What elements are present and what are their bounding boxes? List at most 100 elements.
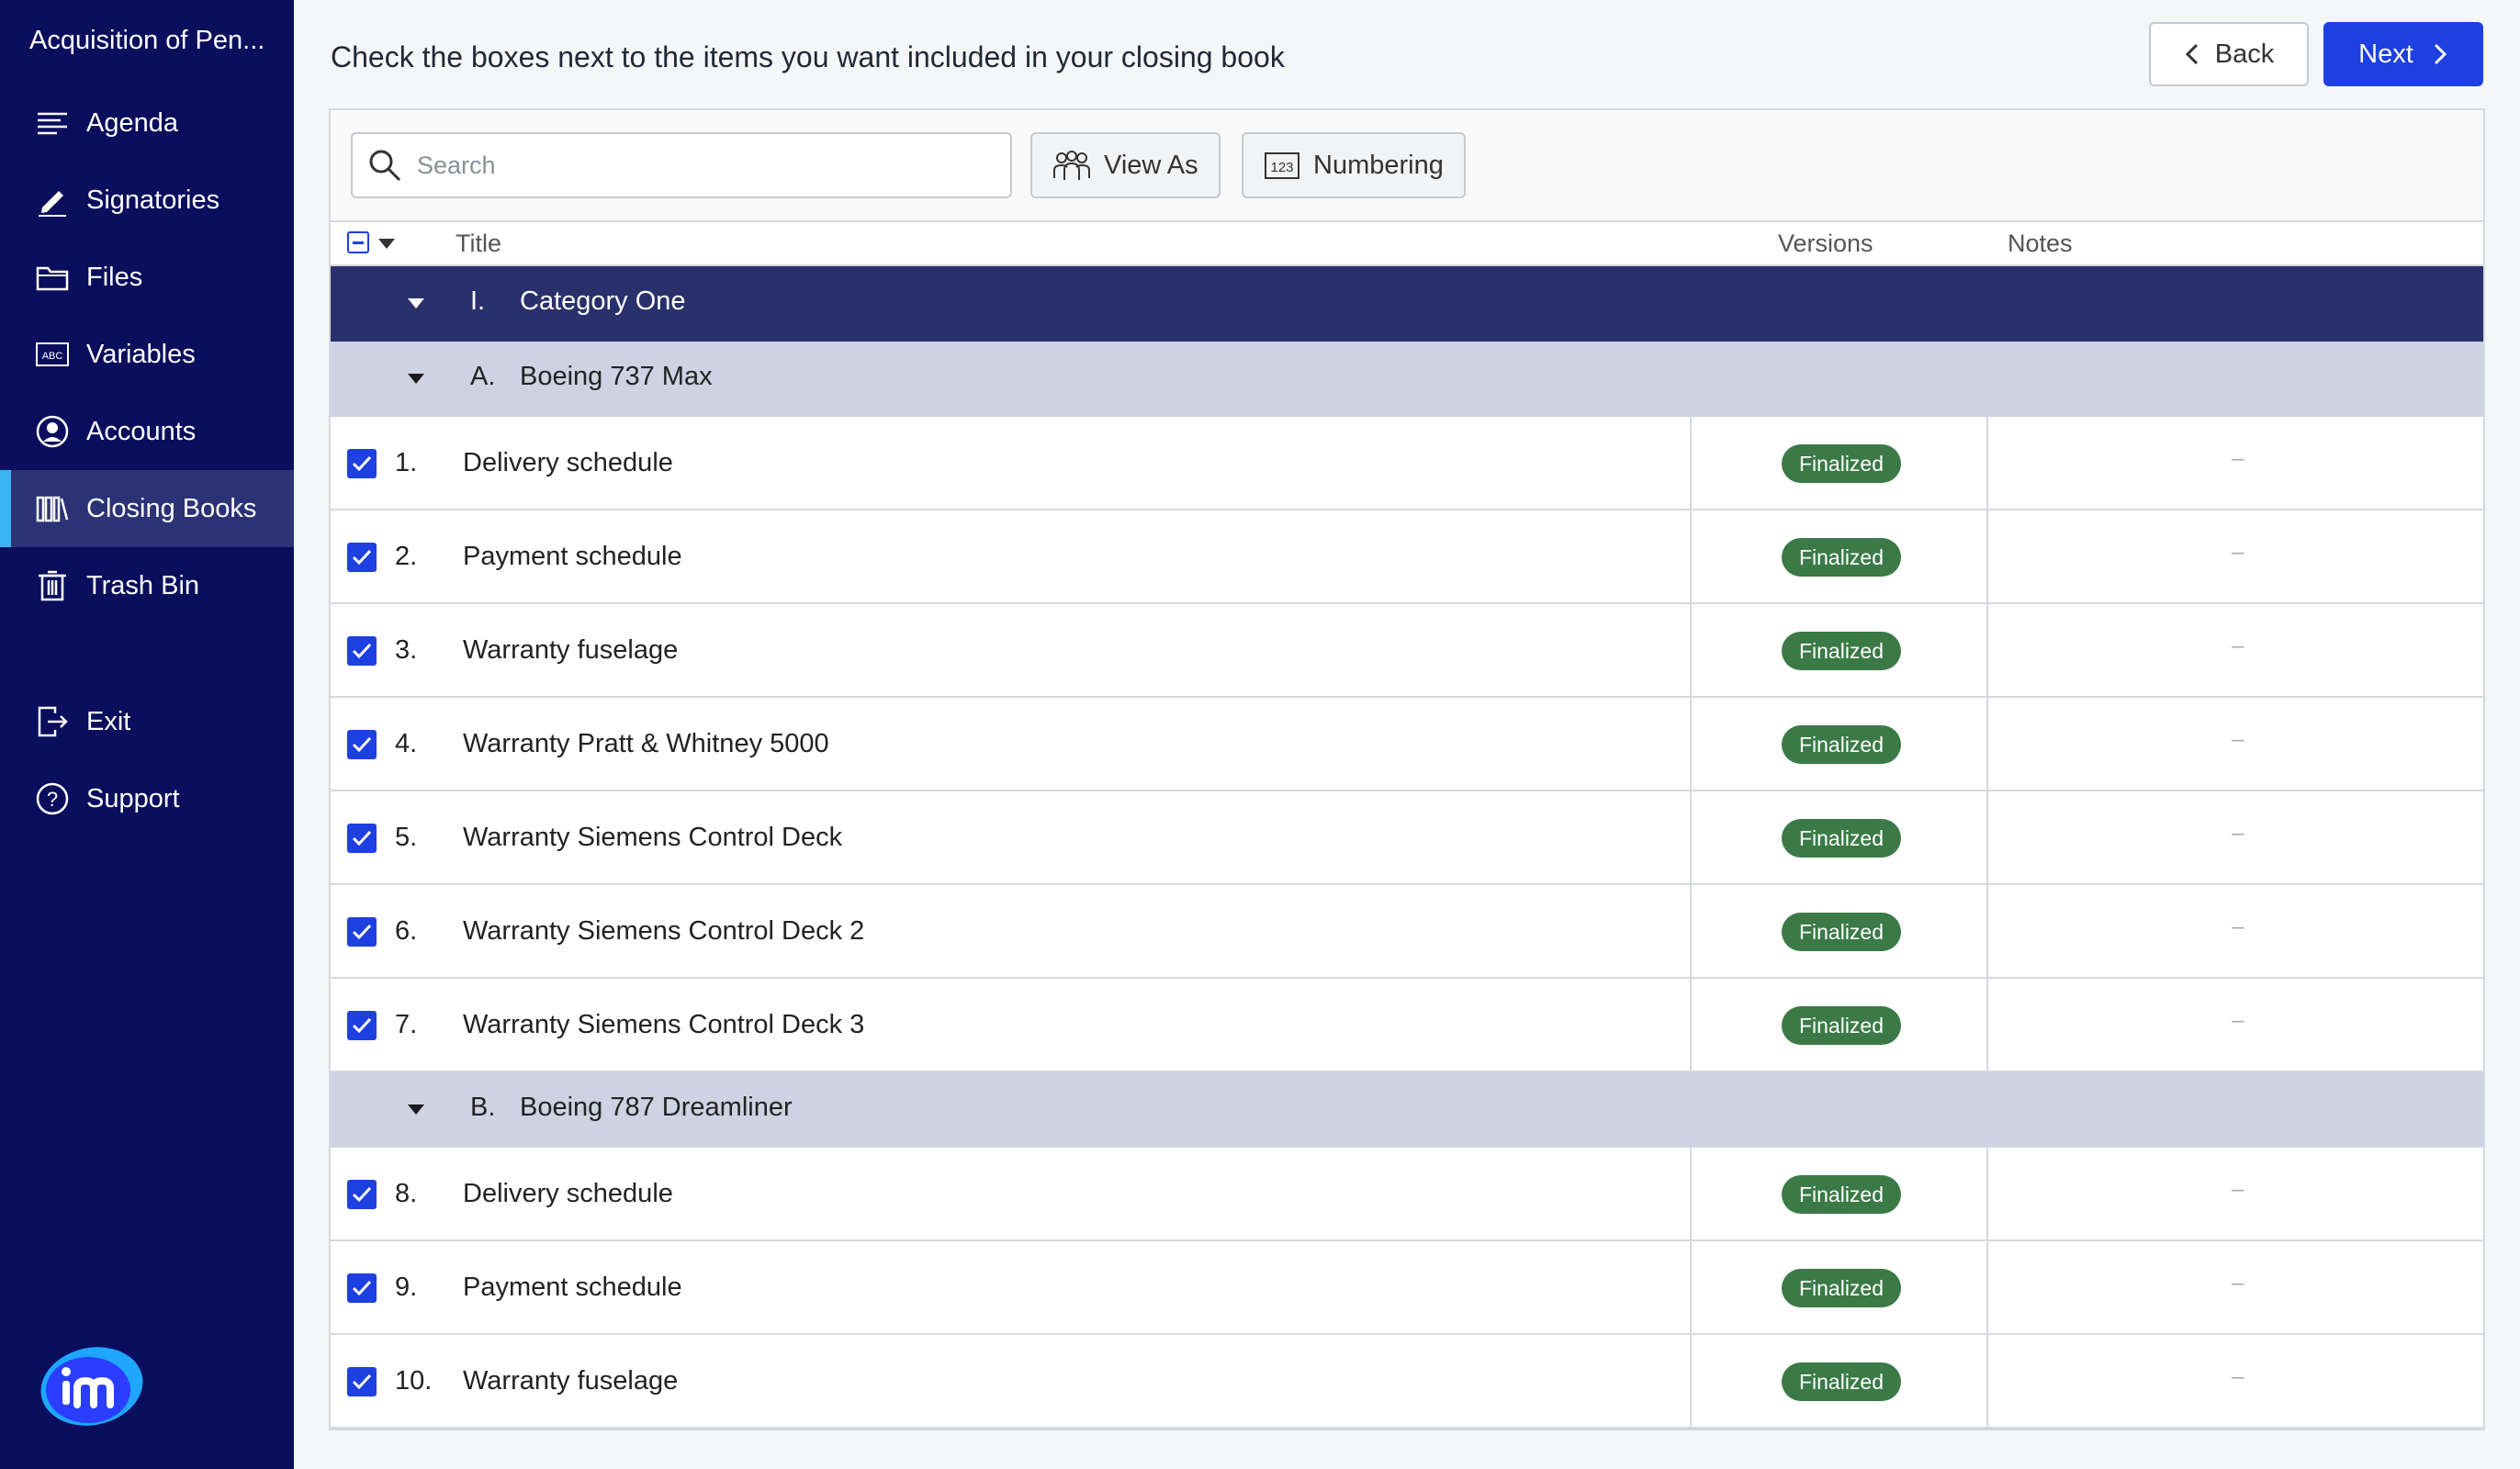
svg-text:ABC: ABC: [42, 351, 63, 362]
item-checkbox[interactable]: [347, 1367, 377, 1396]
collapse-caret-icon[interactable]: [408, 1105, 424, 1115]
group-title: Boeing 737 Max: [520, 362, 713, 391]
item-checkbox[interactable]: [347, 824, 377, 853]
check-icon: [352, 549, 372, 566]
folder-icon: [36, 266, 69, 291]
sidebar-item-support[interactable]: ? Support: [0, 760, 294, 837]
group-title: Boeing 787 Dreamliner: [520, 1093, 793, 1122]
sidebar-item-signatories[interactable]: Signatories: [0, 162, 294, 239]
item-number: 9.: [395, 1273, 418, 1302]
item-notes: –: [2232, 727, 2244, 752]
next-button-label: Next: [2358, 39, 2413, 69]
group-row[interactable]: A. Boeing 737 Max: [331, 342, 2483, 417]
item-checkbox[interactable]: [347, 1180, 377, 1209]
status-badge: Finalized: [1782, 1006, 1901, 1045]
page-title: Check the boxes next to the items you wa…: [331, 40, 1285, 73]
svg-text:123: 123: [1270, 160, 1293, 175]
item-notes: –: [2232, 540, 2244, 565]
item-title[interactable]: Payment schedule: [463, 1273, 682, 1303]
item-checkbox[interactable]: [347, 1011, 377, 1040]
status-badge: Finalized: [1782, 632, 1901, 670]
status-badge: Finalized: [1782, 444, 1901, 483]
collapse-caret-icon[interactable]: [408, 374, 424, 384]
item-title[interactable]: Warranty Pratt & Whitney 5000: [463, 729, 829, 759]
table-row: 4. Warranty Pratt & Whitney 5000 Finaliz…: [331, 698, 2483, 791]
item-notes: –: [2232, 446, 2244, 471]
item-title[interactable]: Warranty Siemens Control Deck 3: [463, 1010, 864, 1040]
numbering-label: Numbering: [1313, 150, 1444, 180]
sidebar: Acquisition of Pen... Agenda Signatories…: [0, 0, 294, 1469]
item-notes: –: [2232, 1364, 2244, 1389]
item-checkbox[interactable]: [347, 730, 377, 759]
status-badge: Finalized: [1782, 1175, 1901, 1214]
item-number: 10.: [395, 1366, 433, 1396]
check-icon: [352, 1374, 372, 1390]
item-checkbox[interactable]: [347, 449, 377, 478]
sidebar-item-label: Support: [86, 783, 180, 813]
next-button[interactable]: Next: [2323, 22, 2483, 86]
back-button[interactable]: Back: [2149, 22, 2309, 86]
category-title: Category One: [520, 286, 686, 316]
search-icon: [369, 150, 401, 182]
item-number: 7.: [395, 1010, 418, 1039]
toolbar: View As 123 Numbering: [331, 110, 2483, 220]
sidebar-item-accounts[interactable]: Accounts: [0, 393, 294, 470]
view-as-button[interactable]: View As: [1030, 132, 1221, 198]
check-icon: [352, 830, 372, 847]
status-badge: Finalized: [1782, 538, 1901, 577]
item-title[interactable]: Warranty Siemens Control Deck: [463, 823, 842, 853]
item-checkbox[interactable]: [347, 636, 377, 666]
search-box[interactable]: [351, 132, 1012, 198]
sidebar-item-exit[interactable]: Exit: [0, 683, 294, 760]
column-header-title[interactable]: Title: [456, 230, 501, 258]
item-number: 5.: [395, 823, 418, 852]
table-row: 8. Delivery schedule Finalized –: [331, 1148, 2483, 1241]
item-title[interactable]: Warranty fuselage: [463, 1366, 678, 1396]
table-row: 2. Payment schedule Finalized –: [331, 510, 2483, 604]
check-icon: [352, 643, 372, 659]
collapse-caret-icon[interactable]: [408, 298, 424, 308]
status-badge: Finalized: [1782, 725, 1901, 764]
sidebar-item-trash-bin[interactable]: Trash Bin: [0, 547, 294, 624]
item-checkbox[interactable]: [347, 543, 377, 572]
numbering-button[interactable]: 123 Numbering: [1242, 132, 1466, 198]
item-notes: –: [2232, 1177, 2244, 1202]
sidebar-item-closing-books[interactable]: Closing Books: [0, 470, 294, 547]
sidebar-item-label: Variables: [86, 339, 196, 369]
item-title[interactable]: Delivery schedule: [463, 448, 673, 478]
select-all-checkbox[interactable]: [347, 231, 369, 253]
status-badge: Finalized: [1782, 1269, 1901, 1307]
sidebar-item-variables[interactable]: ABC Variables: [0, 316, 294, 393]
sidebar-item-label: Files: [86, 262, 143, 292]
select-all-dropdown-icon[interactable]: [378, 239, 395, 249]
item-title[interactable]: Warranty Siemens Control Deck 2: [463, 916, 864, 947]
item-title[interactable]: Warranty fuselage: [463, 635, 678, 666]
status-badge: Finalized: [1782, 1362, 1901, 1401]
table-row: 1. Delivery schedule Finalized –: [331, 417, 2483, 510]
back-button-label: Back: [2214, 39, 2275, 69]
item-checkbox[interactable]: [347, 1273, 377, 1303]
chevron-left-icon: [2185, 43, 2198, 65]
table-row: 5. Warranty Siemens Control Deck Finaliz…: [331, 791, 2483, 885]
svg-text:?: ?: [47, 788, 58, 811]
item-title[interactable]: Delivery schedule: [463, 1179, 673, 1209]
category-row[interactable]: I. Category One: [331, 266, 2483, 342]
help-icon: ?: [36, 782, 69, 815]
column-header-versions[interactable]: Versions: [1778, 230, 1873, 258]
sidebar-item-label: Accounts: [86, 416, 197, 446]
group-row[interactable]: B. Boeing 787 Dreamliner: [331, 1072, 2483, 1148]
deal-title[interactable]: Acquisition of Pen...: [29, 26, 277, 56]
item-number: 8.: [395, 1179, 418, 1208]
item-notes: –: [2232, 1271, 2244, 1295]
table-row: 10. Warranty fuselage Finalized –: [331, 1335, 2483, 1429]
search-input[interactable]: [415, 150, 970, 181]
sidebar-item-files[interactable]: Files: [0, 239, 294, 316]
im-logo[interactable]: [37, 1339, 147, 1430]
check-icon: [352, 455, 372, 472]
item-title[interactable]: Payment schedule: [463, 542, 682, 572]
column-header-notes[interactable]: Notes: [2008, 230, 2073, 258]
item-checkbox[interactable]: [347, 917, 377, 947]
check-icon: [352, 1017, 372, 1034]
sidebar-item-agenda[interactable]: Agenda: [0, 84, 294, 162]
item-number: 2.: [395, 542, 418, 571]
